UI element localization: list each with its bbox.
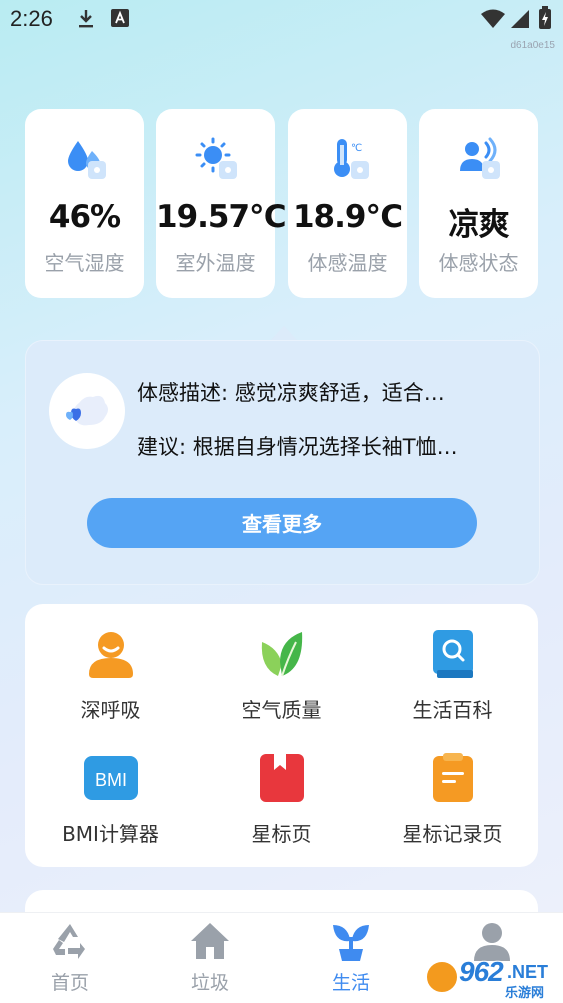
stat-card-humidity[interactable]: 46% 空气湿度 (25, 109, 144, 298)
nav-item-trash[interactable]: 垃圾 (140, 913, 280, 1003)
heart-bubble-icon (49, 373, 125, 449)
comfort-description: 体感描述: 感觉凉爽舒适，适合… (137, 381, 445, 405)
stat-card-comfort-state[interactable]: 凉爽 体感状态 (419, 109, 538, 298)
tools-grid: 深呼吸 空气质量 生活百科 BMI BMI计算器 星标页 星标记录页 (25, 604, 538, 867)
tool-label: BMI计算器 (62, 822, 159, 846)
build-id: d61a0e15 (510, 40, 556, 51)
status-time: 2:26 (10, 6, 53, 31)
tool-label: 星标页 (251, 822, 312, 846)
tool-starred-records[interactable]: 星标记录页 (367, 752, 538, 872)
feels-like-label: 体感温度 (307, 251, 388, 275)
view-more-button[interactable]: 查看更多 (87, 498, 477, 548)
tool-label: 星标记录页 (402, 822, 503, 846)
thermometer-icon: ℃ (327, 137, 371, 181)
tool-label: 生活百科 (412, 698, 493, 722)
comfort-state-label: 体感状态 (438, 251, 519, 275)
stat-card-outdoor-temp[interactable]: 19.57℃ 室外温度 (156, 109, 287, 298)
home-icon (190, 921, 230, 961)
tool-label: 空气质量 (241, 698, 322, 722)
wifi-icon (480, 9, 506, 33)
comfort-state-value: 凉爽 (448, 207, 510, 243)
tool-bmi-calculator[interactable]: BMI BMI计算器 (25, 752, 196, 872)
description-card: 体感描述: 感觉凉爽舒适，适合… 建议: 根据自身情况选择长袖T恤… 查看更多 (25, 340, 540, 585)
nav-label: 生活 (331, 972, 370, 994)
signal-icon (510, 9, 530, 33)
sun-icon (195, 137, 239, 181)
person-wave-icon (458, 137, 502, 181)
site-logo-mark-icon (425, 960, 459, 994)
a-icon (110, 8, 130, 32)
site-logo-number: 962 (459, 956, 504, 987)
book-search-icon (429, 628, 477, 680)
nav-label: 首页 (50, 972, 89, 994)
leaf-icon (258, 628, 306, 680)
clothing-suggestion: 建议: 根据自身情况选择长袖T恤… (137, 435, 458, 459)
tool-life-encyclopedia[interactable]: 生活百科 (367, 628, 538, 748)
download-icon (76, 8, 96, 34)
tool-label: 深呼吸 (80, 698, 141, 722)
site-watermark-logo: 962 .NET 乐游网 (425, 956, 557, 1001)
feels-like-value: 18.9℃ (292, 199, 403, 235)
site-logo-cn: 乐游网 (505, 986, 545, 1001)
user-icon (472, 921, 512, 961)
status-bar: 2:26 (0, 0, 563, 40)
nav-item-life[interactable]: 生活 (281, 913, 421, 1003)
nav-label: 垃圾 (190, 972, 229, 994)
bmi-icon: BMI (84, 752, 138, 804)
tool-air-quality[interactable]: 空气质量 (196, 628, 367, 748)
svg-text:℃: ℃ (351, 143, 362, 154)
plant-icon (331, 921, 371, 961)
nav-item-home[interactable]: 首页 (0, 913, 140, 1003)
description-pointer (270, 326, 298, 341)
weather-stats: 46% 空气湿度 19.57℃ 室外温度 ℃ 18.9℃ 体感温度 凉爽 体感状… (25, 109, 538, 298)
outdoor-temp-label: 室外温度 (175, 251, 256, 275)
bookmark-icon (258, 752, 306, 804)
humidity-icon (64, 137, 108, 181)
humidity-value: 46% (48, 199, 121, 235)
tool-deep-breath[interactable]: 深呼吸 (25, 628, 196, 748)
battery-icon (538, 6, 552, 34)
stat-card-feels-like[interactable]: ℃ 18.9℃ 体感温度 (288, 109, 407, 298)
breathing-icon (87, 628, 135, 680)
bmi-icon-text: BMI (95, 770, 127, 790)
tool-starred-page[interactable]: 星标页 (196, 752, 367, 872)
site-logo-suffix: .NET (507, 962, 549, 982)
notes-icon (429, 752, 477, 804)
recycle-icon (50, 921, 90, 961)
outdoor-temp-value: 19.57℃ (156, 199, 287, 235)
humidity-label: 空气湿度 (44, 251, 125, 275)
